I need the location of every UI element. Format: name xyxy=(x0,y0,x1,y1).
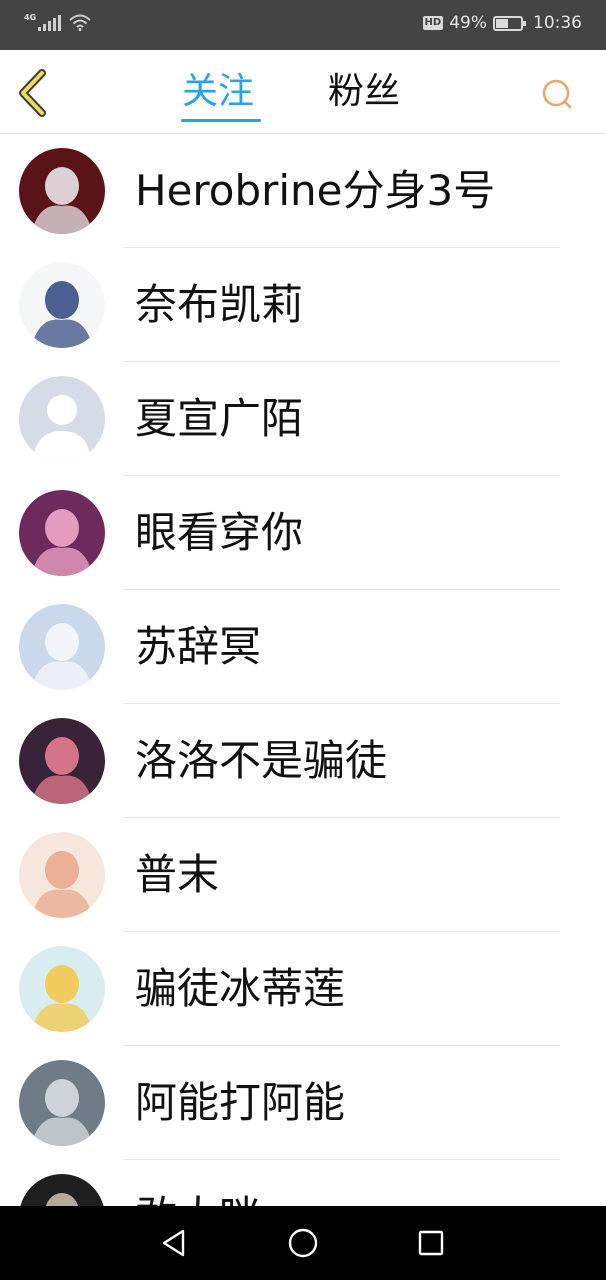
user-name: 普末 xyxy=(135,850,220,899)
user-name: 眼看穿你 xyxy=(135,508,304,557)
user-row[interactable]: 骗徒冰蒂莲 xyxy=(0,932,606,1046)
user-row[interactable]: 夏宣广陌 xyxy=(0,362,606,476)
chevron-left-icon xyxy=(19,69,46,117)
triangle-back-icon xyxy=(162,1229,185,1257)
nav-recents-button[interactable] xyxy=(414,1226,448,1260)
avatar[interactable] xyxy=(19,946,105,1032)
user-row[interactable]: 苏辞冥 xyxy=(0,590,606,704)
user-name: 骗徒冰蒂莲 xyxy=(135,964,346,1013)
user-row[interactable]: 阿能打阿能 xyxy=(0,1046,606,1160)
tab-follow[interactable]: 关注 xyxy=(182,70,254,114)
user-name: 阿能打阿能 xyxy=(135,1078,346,1127)
active-tab-indicator xyxy=(181,119,261,122)
top-nav: 关注 粉丝 xyxy=(0,50,606,134)
nav-back-button[interactable] xyxy=(157,1226,191,1260)
user-name: 洛洛不是骗徒 xyxy=(135,736,388,785)
avatar[interactable] xyxy=(19,1174,105,1206)
back-button[interactable] xyxy=(14,68,58,118)
circle-home-icon xyxy=(288,1228,318,1258)
avatar[interactable] xyxy=(19,832,105,918)
square-recents-icon xyxy=(418,1230,444,1256)
network-type: 4G xyxy=(24,13,37,22)
avatar[interactable] xyxy=(19,718,105,804)
clock: 10:36 xyxy=(533,13,582,33)
avatar[interactable] xyxy=(19,604,105,690)
avatar[interactable] xyxy=(19,262,105,348)
avatar[interactable] xyxy=(19,490,105,576)
avatar[interactable] xyxy=(19,376,105,462)
battery-icon xyxy=(493,15,526,31)
user-row[interactable]: 普末 xyxy=(0,818,606,932)
user-row[interactable]: 奈布凯莉 xyxy=(0,248,606,362)
battery-percent: 49% xyxy=(449,13,487,33)
wifi-icon xyxy=(69,14,91,31)
status-right: HD 49% 10:36 xyxy=(422,13,582,33)
user-row[interactable]: Herobrine分身3号 xyxy=(0,134,606,248)
user-name: 敢大咪 xyxy=(135,1192,261,1206)
following-list: Herobrine分身3号 奈布凯莉夏宣广陌眼看穿你苏辞冥洛洛不是骗徒 普末骗徒冰蒂… xyxy=(0,134,606,1206)
signal-icon xyxy=(38,15,62,31)
search-icon xyxy=(542,79,572,109)
nav-home-button[interactable] xyxy=(286,1226,320,1260)
user-name: 夏宣广陌 xyxy=(135,394,304,443)
user-name: 奈布凯莉 xyxy=(135,280,304,329)
user-name: 苏辞冥 xyxy=(135,622,262,671)
avatar[interactable] xyxy=(19,148,105,234)
user-name: Herobrine分身3号 xyxy=(135,166,496,215)
status-bar: 4G HD 49% 10:36 xyxy=(0,0,606,50)
status-left: 4G xyxy=(24,14,91,31)
hd-badge: HD xyxy=(422,16,444,30)
user-row[interactable]: 洛洛不是骗徒 xyxy=(0,704,606,818)
system-nav-bar xyxy=(0,1206,606,1280)
avatar[interactable] xyxy=(19,1060,105,1146)
user-row[interactable]: 敢大咪 xyxy=(0,1160,606,1206)
search-button[interactable] xyxy=(540,77,574,111)
tab-fans[interactable]: 粉丝 xyxy=(328,70,400,114)
user-row[interactable]: 眼看穿你 xyxy=(0,476,606,590)
